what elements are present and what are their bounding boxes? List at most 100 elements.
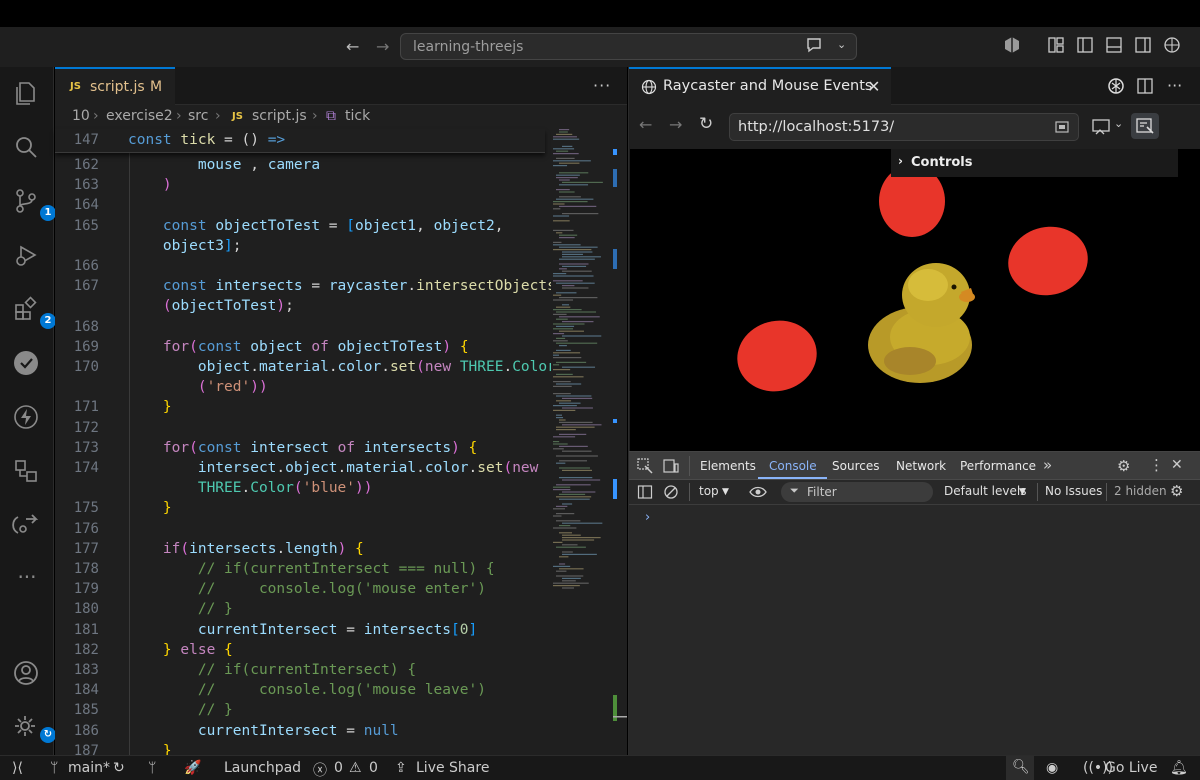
back-arrow-icon[interactable]: ← (346, 37, 359, 56)
gui-controls-panel[interactable]: › Controls (891, 149, 1178, 177)
chevron-down-icon[interactable]: ⌄ (1114, 117, 1123, 130)
code-line: intersect.object.material.color.set(new (197, 460, 539, 476)
customize-layout-icon[interactable] (1046, 36, 1066, 56)
accounts-grid-icon[interactable] (1162, 36, 1182, 56)
run-debug-icon[interactable] (12, 241, 42, 271)
line-number: 175 (73, 500, 99, 517)
devtools-tab[interactable]: Elements (700, 459, 756, 473)
sphere-object[interactable] (729, 312, 824, 400)
tab-browser[interactable]: Raycaster and Mouse Events ✕ (629, 67, 891, 105)
filter-input[interactable]: ⏷ Filter (781, 482, 933, 502)
live-share-icon: ⇪ (395, 760, 407, 776)
device-toolbar-icon[interactable] (663, 458, 679, 474)
extensions-icon[interactable]: 2 (12, 295, 56, 329)
manage-gear-icon[interactable]: ↻ (12, 713, 56, 743)
forward-arrow-icon[interactable]: → (669, 115, 682, 134)
log-levels-dropdown[interactable]: Default levels (944, 484, 1026, 498)
console-prompt[interactable]: › (645, 510, 650, 525)
context-selector[interactable]: top (699, 484, 719, 498)
reload-icon[interactable]: ↻ (699, 114, 713, 134)
git-graph-icon[interactable]: ᛘ (148, 760, 156, 776)
devtools-menu-icon[interactable]: ⋮ (1149, 456, 1164, 474)
inspect-element-icon[interactable] (637, 458, 653, 474)
breadcrumb-item[interactable]: script.js (252, 108, 307, 124)
back-arrow-icon[interactable]: ← (639, 115, 652, 134)
sidebar-toggle-icon[interactable] (637, 484, 653, 500)
breadcrumb-item[interactable]: 10 (72, 108, 90, 124)
line-number: 179 (73, 581, 99, 598)
webpage-canvas[interactable]: › Controls (630, 149, 1200, 451)
browser-more-actions-icon[interactable]: ··· (1167, 76, 1182, 95)
line-number: 180 (73, 601, 99, 618)
extension-hex-icon[interactable] (1002, 36, 1022, 56)
live-expression-eye-icon[interactable] (748, 483, 768, 501)
open-external-icon[interactable] (1053, 118, 1071, 136)
toggle-devtools-button[interactable] (1131, 113, 1159, 139)
error-count[interactable]: 0 (334, 760, 343, 776)
notifications-bell-icon[interactable]: 🔔︎ (1170, 760, 1188, 776)
more-tabs-icon[interactable]: » (1043, 456, 1052, 474)
command-center-text: learning-threejs (413, 39, 524, 55)
toggle-primary-sidebar-icon[interactable] (1075, 36, 1095, 56)
line-number: 173 (73, 439, 99, 456)
line-number: 147 (73, 132, 99, 148)
screencast-icon[interactable] (1091, 117, 1113, 135)
command-center[interactable]: learning-threejs ⌄ (400, 33, 857, 60)
remote-explorer-icon[interactable] (12, 457, 42, 487)
sticky-scroll-header[interactable]: 147 const tick = () => (55, 129, 545, 153)
clear-console-icon[interactable] (663, 484, 679, 500)
line-number: 177 (73, 540, 99, 557)
browser-pane: Raycaster and Mouse Events ✕ ··· ← → ↻ h… (628, 67, 1200, 755)
threejs-scene[interactable] (630, 149, 1200, 451)
copilot-status-icon[interactable]: ◉ (1046, 760, 1058, 776)
breadcrumb-item[interactable]: exercise2 (106, 108, 173, 124)
live-share-icon[interactable] (12, 511, 42, 541)
copilot-icon[interactable] (1106, 76, 1126, 96)
forward-arrow-icon[interactable]: → (376, 37, 389, 56)
issues-counter[interactable]: No Issues (1045, 484, 1102, 498)
console-settings-gear-icon[interactable]: ⚙ (1170, 482, 1183, 500)
live-share-label[interactable]: Live Share (416, 760, 489, 776)
editor-tab-bar: JS script.js M ··· (55, 67, 627, 105)
source-control-icon[interactable]: 1 (12, 187, 56, 221)
chevron-right-icon: › (898, 154, 903, 168)
duck-model[interactable] (868, 263, 975, 383)
line-number: 169 (73, 338, 99, 355)
chevron-down-icon[interactable]: ⌄ (837, 38, 846, 51)
lightning-icon[interactable] (12, 403, 42, 433)
devtools-tab[interactable]: Sources (832, 459, 879, 473)
explorer-icon[interactable] (12, 79, 42, 109)
devtools-tab[interactable]: Console (769, 459, 817, 473)
tab-script-js[interactable]: JS script.js M (55, 67, 175, 105)
url-input[interactable]: http://localhost:5173/ (729, 113, 1079, 141)
more-icon[interactable]: ··· (12, 565, 42, 595)
symbol-function-icon: ⧉ (326, 108, 336, 124)
close-icon[interactable]: ✕ (867, 77, 880, 96)
warning-count[interactable]: 0 (369, 760, 378, 776)
sphere-object[interactable] (1002, 219, 1094, 302)
settings-gear-icon[interactable]: ⚙ (1117, 457, 1130, 475)
sync-icon[interactable]: ↻ (113, 760, 125, 776)
search-icon[interactable] (12, 133, 42, 163)
launchpad-label[interactable]: Launchpad (224, 760, 301, 776)
minimap[interactable] (551, 129, 613, 755)
breadcrumb-item[interactable]: tick (345, 108, 370, 124)
close-icon[interactable]: ✕ (1171, 457, 1183, 473)
toggle-panel-icon[interactable] (1104, 36, 1124, 56)
chat-icon[interactable] (805, 37, 823, 57)
account-icon[interactable] (12, 659, 42, 689)
breadcrumb-item[interactable]: src (188, 108, 208, 124)
zoom-magnifier-icon: 🔍︎ (1012, 759, 1030, 775)
zoom-button[interactable]: 🔍︎ (1006, 756, 1034, 780)
go-live-button[interactable]: Go Live (1105, 760, 1157, 776)
devtools-tab[interactable]: Network (896, 459, 946, 473)
devtools-tab[interactable]: Performance (960, 459, 1036, 473)
editor-scrollbar[interactable] (613, 129, 627, 755)
editor-more-actions-icon[interactable]: ··· (593, 76, 611, 95)
branch-name[interactable]: main* (68, 760, 110, 776)
devtools-tab-bar: Elements Console Sources Network Perform… (629, 452, 1200, 480)
split-editor-icon[interactable] (1136, 77, 1154, 95)
remote-indicator-icon[interactable]: ⟩⟨ (12, 760, 23, 776)
toggle-secondary-sidebar-icon[interactable] (1133, 36, 1153, 56)
remote-gitlens-icon[interactable] (12, 349, 42, 379)
